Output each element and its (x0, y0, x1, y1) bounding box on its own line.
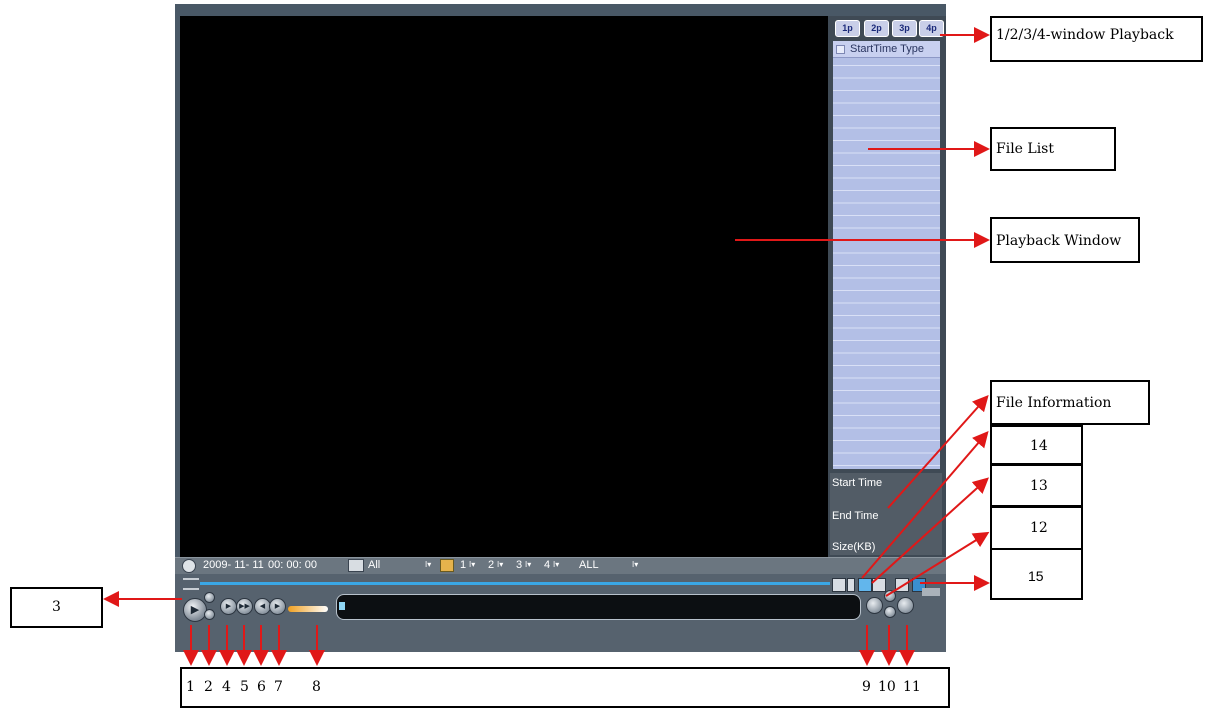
number-label: 2 (204, 679, 213, 695)
number-label: 10 (878, 679, 896, 695)
number-label: 5 (240, 679, 249, 695)
number-label: 7 (274, 679, 283, 695)
button-number-legend (180, 667, 950, 708)
number-label: 6 (257, 679, 266, 695)
number-label: 11 (903, 679, 921, 695)
number-label: 4 (222, 679, 231, 695)
callout-arrows (103, 27, 990, 666)
number-label: 8 (312, 679, 321, 695)
number-label: 1 (186, 679, 195, 695)
number-label: 9 (862, 679, 871, 695)
